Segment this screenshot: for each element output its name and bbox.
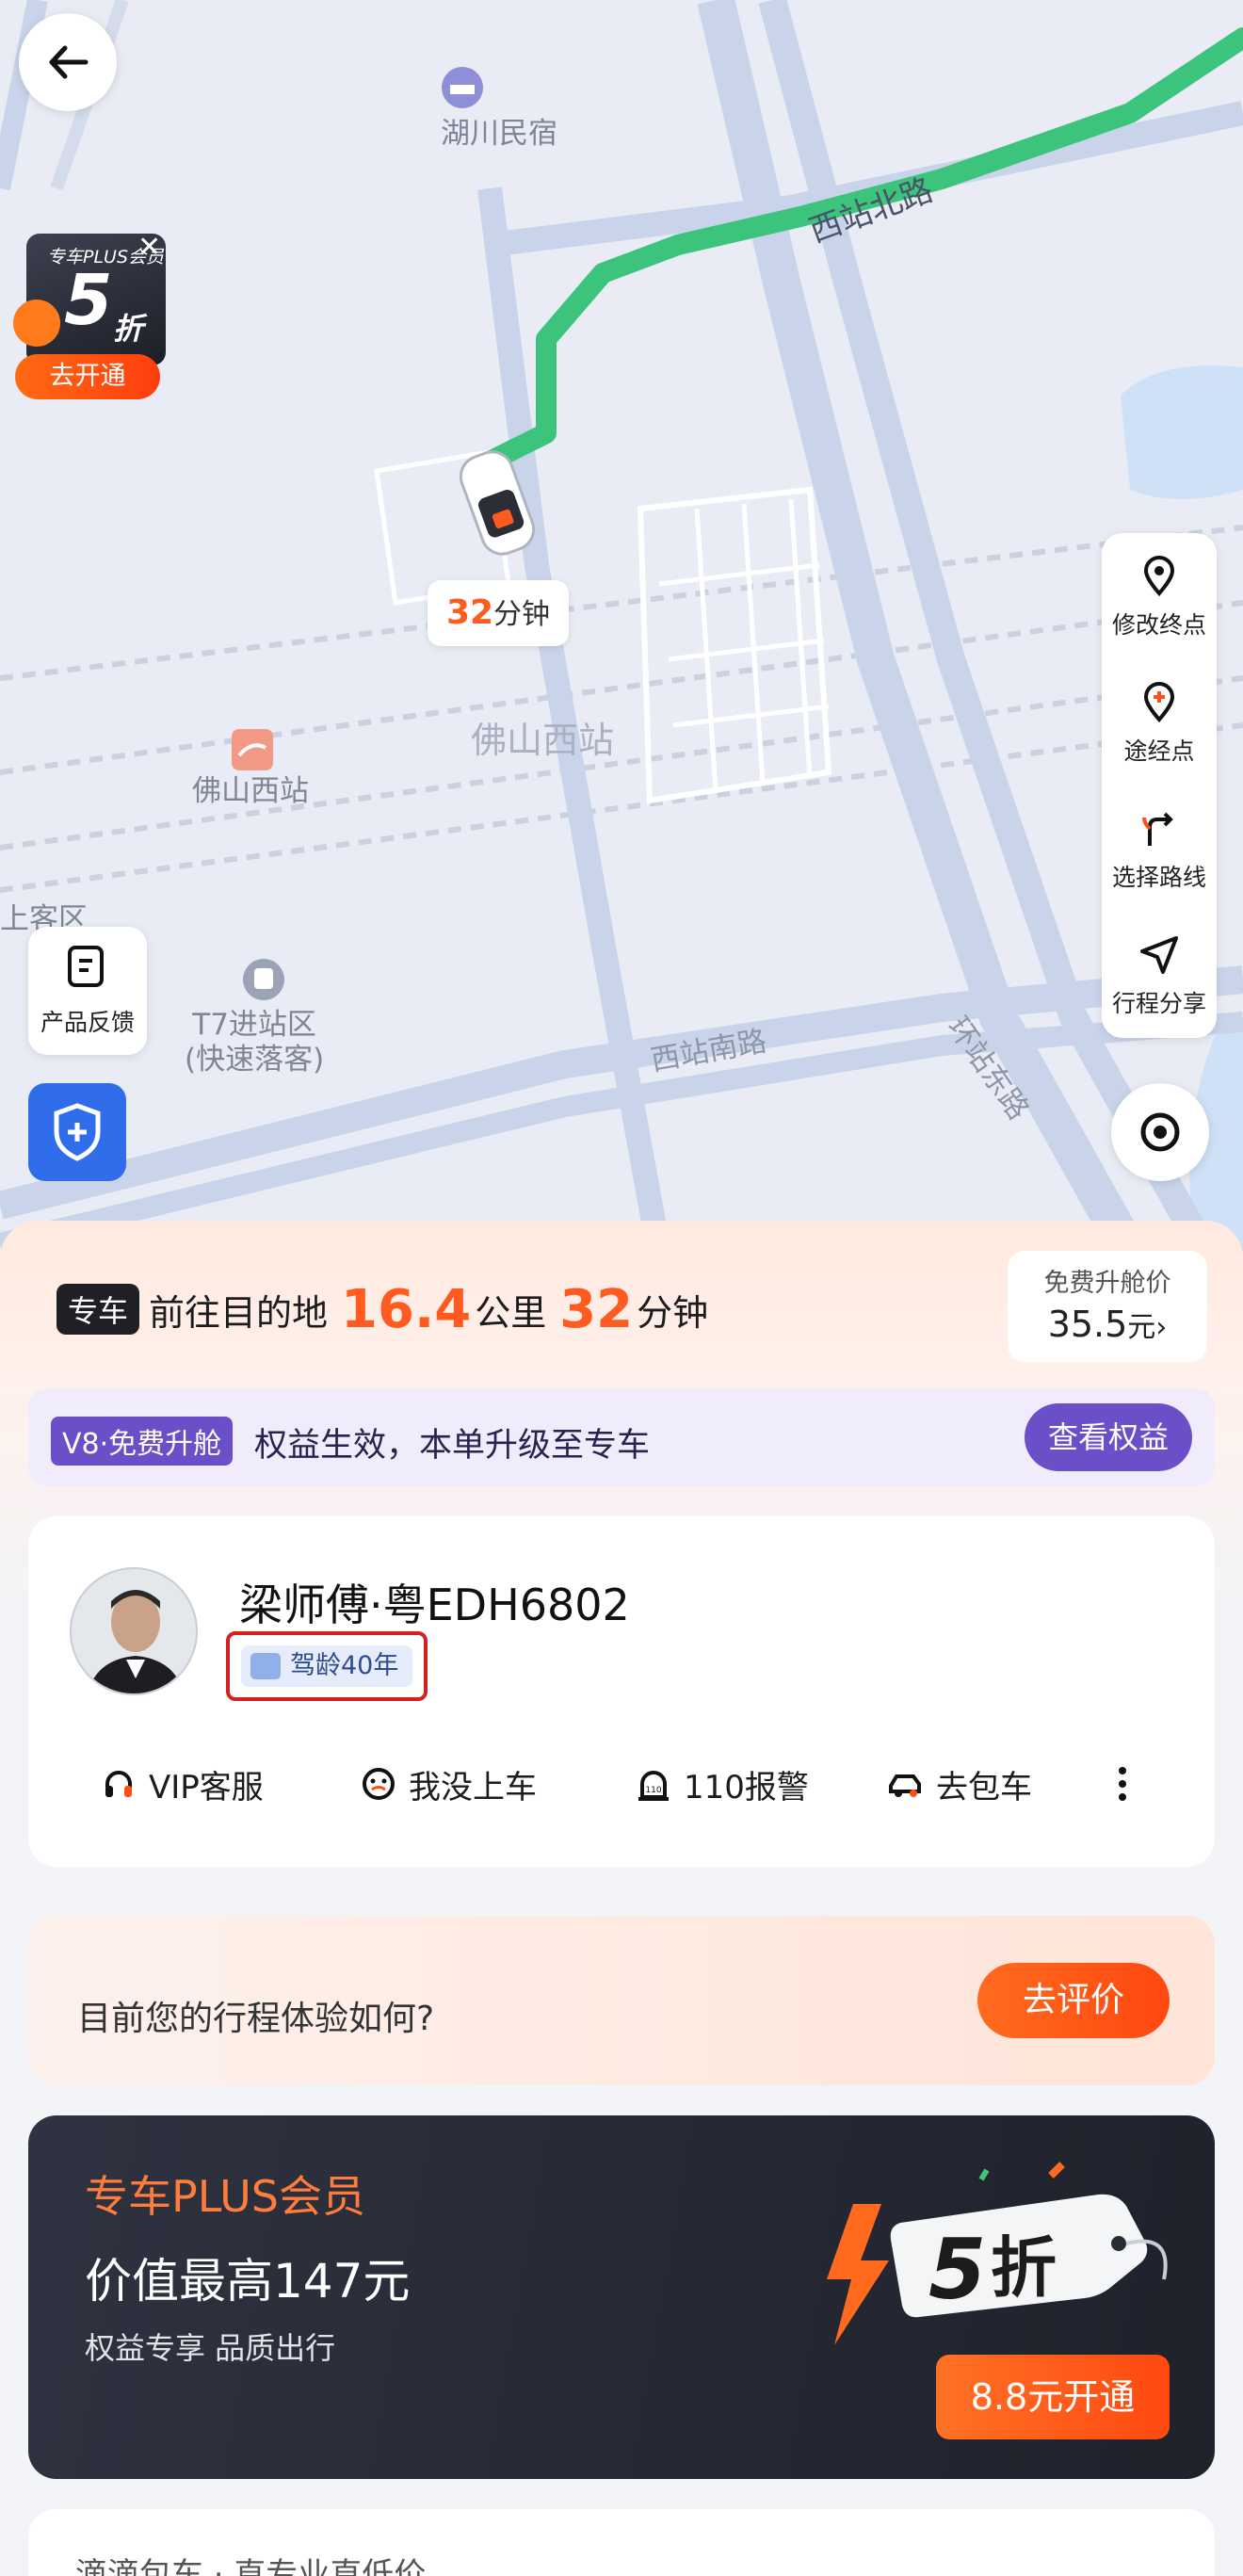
eta-unit: 分钟 xyxy=(493,598,551,631)
car-type-tag: 专车 xyxy=(56,1284,140,1335)
plus-subtitle: 权益专享 品质出行 xyxy=(85,2330,336,2366)
plus-discount-unit: 折 xyxy=(991,2229,1057,2307)
action-charter[interactable]: 去包车 xyxy=(887,1756,1032,1812)
headset-icon xyxy=(105,1771,132,1797)
drive-age-badge[interactable]: 驾龄40年 xyxy=(241,1645,412,1687)
tool-label: 行程分享 xyxy=(1111,990,1206,1017)
tool-label: 选择路线 xyxy=(1111,864,1206,891)
side-tools-panel: 修改终点 途经点 选择路线 行程分享 xyxy=(1102,533,1217,1038)
driver-name-plate: 梁师傅·粤EDH6802 xyxy=(239,1580,630,1630)
driver-avatar[interactable] xyxy=(70,1567,198,1695)
trip-status-row: 专车 前往目的地 16.4 公里 32 分钟 xyxy=(56,1278,709,1340)
plus-discount-number: 5 xyxy=(928,2221,986,2318)
eta-bubble: 32分钟 xyxy=(428,580,569,646)
locate-button[interactable] xyxy=(1111,1083,1209,1181)
action-vip-service[interactable]: VIP客服 xyxy=(100,1756,264,1812)
share-send-icon xyxy=(1140,936,1178,974)
action-label: VIP客服 xyxy=(149,1768,264,1806)
rating-card: 目前您的行程体验如何? 去评价 xyxy=(28,1916,1215,2085)
discount-tag-icon: 5 折 xyxy=(827,2162,1168,2345)
drive-age-text: 驾龄40年 xyxy=(290,1651,399,1680)
edit-note-icon xyxy=(68,946,104,987)
action-label: 去包车 xyxy=(936,1768,1032,1806)
rating-question: 目前您的行程体验如何? xyxy=(77,2000,435,2038)
upgrade-price-amount: 35.5 xyxy=(1047,1304,1128,1345)
station-area-label: 佛山西站 xyxy=(471,720,615,761)
shield-icon xyxy=(54,1103,101,1161)
route-icon xyxy=(1142,812,1173,846)
action-not-boarded[interactable]: 我没上车 xyxy=(360,1756,537,1812)
tool-label: 修改终点 xyxy=(1111,611,1206,639)
feedback-label: 产品反馈 xyxy=(40,1009,135,1036)
rate-button[interactable]: 去评价 xyxy=(977,1963,1170,2038)
vip-upgrade-strip: V8·免费升舱 权益生效，本单升级至专车 查看权益 xyxy=(28,1388,1215,1486)
alarm-icon: 110 xyxy=(638,1771,669,1801)
arrow-left-icon xyxy=(49,45,89,79)
upgrade-price-card[interactable]: 免费升舱价 35.5元› xyxy=(1008,1251,1207,1362)
trip-time: 32 xyxy=(559,1278,634,1340)
plus-title: 专车PLUS会员 xyxy=(85,2171,365,2222)
vip-level-tag: V8·免费升舱 xyxy=(51,1417,234,1466)
driver-card: 梁师傅·粤EDH6802 驾龄40年 VIP客服 我没上车 110 110报警 … xyxy=(28,1516,1215,1867)
promo-discount-unit: 折 xyxy=(113,311,144,347)
tool-share-trip[interactable]: 行程分享 xyxy=(1102,912,1217,1038)
poi-hotel-label[interactable]: 湖川民宿 xyxy=(441,117,557,152)
chevron-right-icon: › xyxy=(1155,1311,1168,1344)
drive-age-highlight: 驾龄40年 xyxy=(226,1631,428,1701)
plus-value: 价值最高147元 xyxy=(85,2254,411,2309)
mascot-icon xyxy=(13,300,60,347)
safety-shield-button[interactable] xyxy=(28,1083,126,1181)
plus-promo-badge[interactable]: 专车PLUS会员 5 折 ✕ 去开通 xyxy=(13,234,170,401)
plus-open-button[interactable]: 8.8元开通 xyxy=(936,2355,1170,2439)
tool-modify-destination[interactable]: 修改终点 xyxy=(1102,533,1217,659)
face-icon xyxy=(363,1768,395,1800)
location-pin-icon xyxy=(1143,556,1175,597)
license-card-icon xyxy=(250,1653,281,1679)
station-label[interactable]: 佛山西站 xyxy=(192,774,309,809)
driver-photo xyxy=(72,1569,196,1693)
tool-label: 途经点 xyxy=(1123,737,1195,765)
trip-status-prefix: 前往目的地 xyxy=(149,1291,329,1334)
charter-promo-text: 滴滴包车 · 直专业直低价 xyxy=(75,2556,427,2576)
trip-distance: 16.4 xyxy=(341,1278,472,1340)
map-view[interactable]: 湖川民宿 西站北路 佛山西站 佛山西站 上客区 T7进站区 (快速落客) 西站南… xyxy=(0,0,1243,1253)
action-label: 我没上车 xyxy=(409,1768,537,1806)
feedback-button[interactable]: 产品反馈 xyxy=(28,927,147,1055)
promo-cta-button[interactable]: 去开通 xyxy=(15,354,160,399)
add-waypoint-icon xyxy=(1143,682,1175,723)
promo-discount-number: 5 xyxy=(64,260,113,341)
eta-number: 32 xyxy=(445,593,494,632)
tool-choose-route[interactable]: 选择路线 xyxy=(1102,786,1217,912)
view-benefits-button[interactable]: 查看权益 xyxy=(1025,1403,1192,1471)
back-button[interactable] xyxy=(19,13,117,111)
upgrade-price-unit: 元 xyxy=(1127,1311,1156,1344)
car-icon xyxy=(889,1774,921,1797)
trip-time-unit: 分钟 xyxy=(637,1291,709,1334)
svg-text:110: 110 xyxy=(645,1786,661,1795)
action-police[interactable]: 110 110报警 xyxy=(635,1756,809,1812)
t7-label[interactable]: T7进站区 (快速落客) xyxy=(185,1008,324,1077)
plus-membership-card[interactable]: 专车PLUS会员 价值最高147元 权益专享 品质出行 5 折 8.8元开通 xyxy=(28,2115,1215,2479)
driver-actions: VIP客服 我没上车 110 110报警 去包车 xyxy=(28,1756,1215,1812)
upgrade-price-value: 35.5元› xyxy=(1008,1304,1207,1345)
vip-upgrade-text: 权益生效，本单升级至专车 xyxy=(254,1427,651,1465)
upgrade-price-title: 免费升舱价 xyxy=(1043,1269,1171,1298)
charter-promo-card[interactable]: 滴滴包车 · 直专业直低价 xyxy=(28,2509,1215,2576)
action-label: 110报警 xyxy=(684,1768,809,1806)
locate-icon xyxy=(1140,1112,1180,1152)
more-icon[interactable] xyxy=(1113,1761,1132,1806)
trip-distance-unit: 公里 xyxy=(475,1291,547,1334)
close-icon[interactable]: ✕ xyxy=(137,234,161,262)
tool-waypoint[interactable]: 途经点 xyxy=(1102,659,1217,786)
